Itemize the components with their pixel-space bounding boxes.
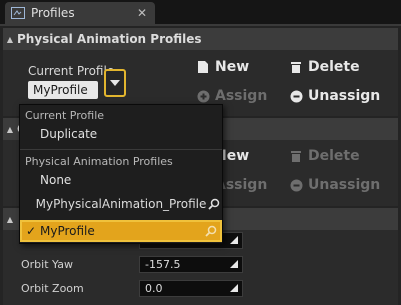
menu-item-duplicate[interactable]: Duplicate xyxy=(40,127,97,141)
new-button[interactable]: New xyxy=(196,59,249,75)
section-header-physical-animation[interactable]: ▲ Physical Animation Profiles xyxy=(3,28,398,50)
collapse-arrow-icon: ▲ xyxy=(6,214,14,224)
delete-label: Delete xyxy=(308,59,360,75)
checkmark-icon: ✓ xyxy=(25,224,37,238)
orbit-zoom-input[interactable]: 0.0 xyxy=(139,280,243,297)
plus-circle-icon xyxy=(196,89,210,103)
resize-icon xyxy=(230,260,238,268)
orbit-zoom-value: 0.0 xyxy=(145,282,163,295)
collapse-arrow-icon: ▲ xyxy=(6,124,14,134)
menu-item-label: MyProfile xyxy=(40,224,95,238)
orbit-yaw-label: Orbit Yaw xyxy=(21,258,73,271)
tab-bar: Profiles ✕ xyxy=(0,0,401,24)
close-icon[interactable]: ✕ xyxy=(137,6,147,20)
chevron-down-icon xyxy=(110,80,120,86)
collapse-arrow-icon: ▲ xyxy=(6,34,14,44)
unassign-button[interactable]: Unassign xyxy=(289,88,380,104)
new-label: New xyxy=(215,59,250,75)
resize-icon xyxy=(230,236,238,244)
current-profile-field[interactable]: MyProfile xyxy=(28,81,98,99)
new-file-icon xyxy=(196,60,210,74)
minus-circle-icon xyxy=(289,178,303,192)
orbit-yaw-value: -157.5 xyxy=(145,258,181,271)
minus-circle-icon xyxy=(289,89,303,103)
profile-dropdown-button[interactable] xyxy=(104,69,126,97)
delete-constraint-button[interactable]: Delete xyxy=(289,148,360,164)
trash-icon xyxy=(289,149,303,163)
unassign-label: Unassign xyxy=(308,177,381,193)
assign-button[interactable]: Assign xyxy=(196,88,267,104)
menu-item-none[interactable]: None xyxy=(40,173,71,187)
search-icon[interactable] xyxy=(202,223,220,239)
unassign-label: Unassign xyxy=(308,88,381,104)
tab-profiles[interactable]: Profiles ✕ xyxy=(5,2,155,24)
section-title: Physical Animation Profiles xyxy=(17,32,202,46)
assign-label: Assign xyxy=(215,88,268,104)
menu-heading-current: Current Profile xyxy=(25,109,105,122)
menu-divider xyxy=(20,149,222,150)
delete-button[interactable]: Delete xyxy=(289,59,360,75)
trash-icon xyxy=(289,60,303,74)
profile-tab-icon xyxy=(11,7,25,19)
unassign-constraint-button[interactable]: Unassign xyxy=(289,177,380,193)
menu-item-profile[interactable]: MyPhysicalAnimation_Profile xyxy=(20,193,222,215)
delete-label: Delete xyxy=(308,148,360,164)
tab-title: Profiles xyxy=(31,6,75,20)
menu-item-label: MyPhysicalAnimation_Profile xyxy=(35,197,207,211)
current-profile-label: Current Profile xyxy=(28,64,115,78)
profile-dropdown-menu: Current Profile Duplicate Physical Anima… xyxy=(19,104,223,244)
resize-icon xyxy=(230,284,238,292)
search-icon[interactable] xyxy=(206,196,222,212)
menu-item-profile-selected[interactable]: ✓ MyProfile xyxy=(20,220,222,242)
menu-heading-profiles: Physical Animation Profiles xyxy=(25,155,173,168)
orbit-yaw-input[interactable]: -157.5 xyxy=(139,256,243,273)
orbit-zoom-label: Orbit Zoom xyxy=(21,282,84,295)
